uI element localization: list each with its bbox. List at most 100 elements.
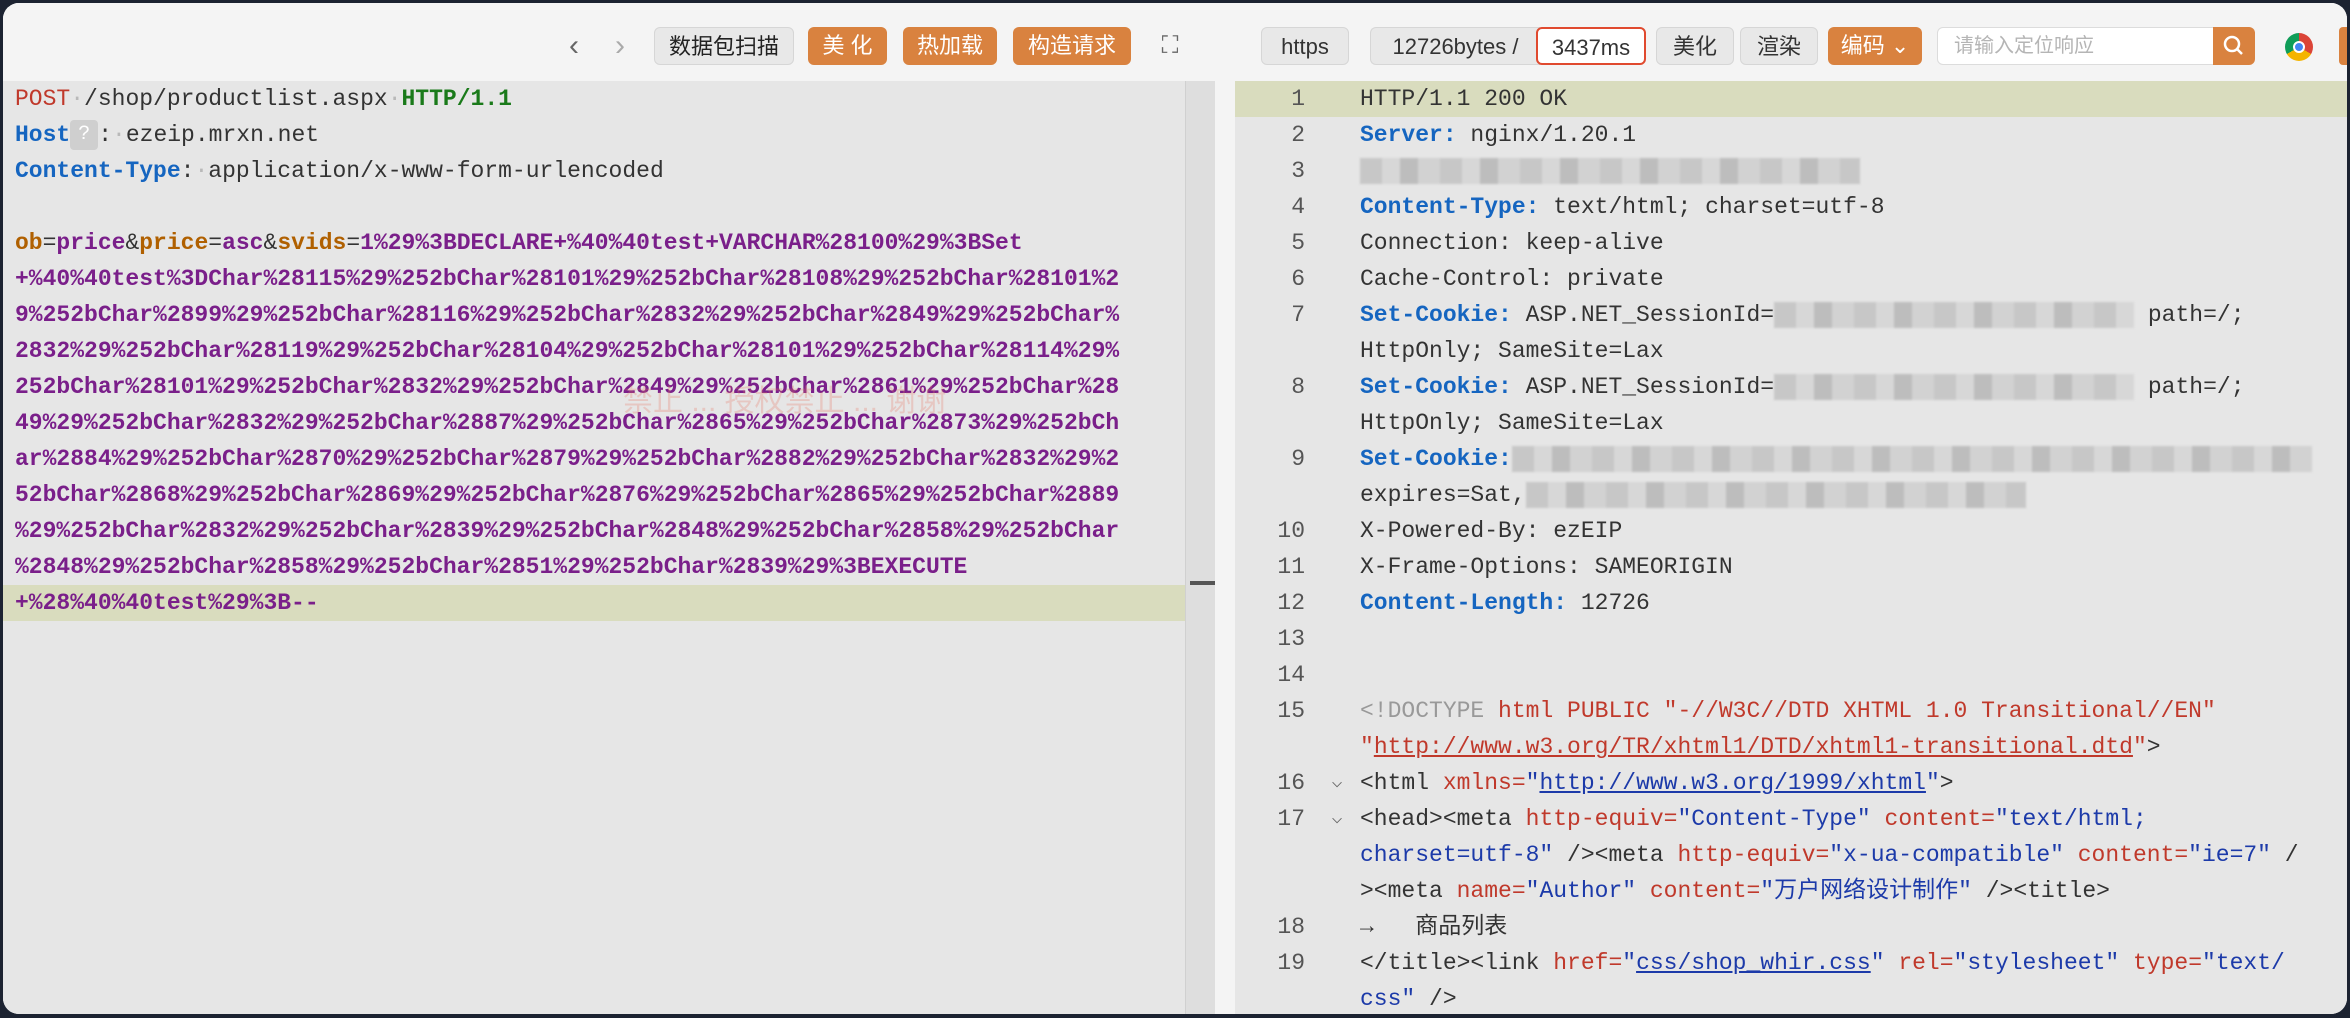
search-input[interactable]: 请输入定位响应 xyxy=(1937,27,2215,65)
scheme-badge: https xyxy=(1261,27,1349,65)
param-key: svids xyxy=(277,230,347,256)
code-token: Content-Length: xyxy=(1360,590,1568,616)
code-token[interactable]: http://www.w3.org/1999/xhtml xyxy=(1539,770,1925,796)
scroll-marker xyxy=(1190,581,1216,585)
body-line: +%28%40%40test%29%3B-- xyxy=(15,590,319,616)
code-token: content= xyxy=(1649,878,1761,904)
response-line: expires=Sat, xyxy=(1360,477,2026,513)
code-token: " xyxy=(1925,770,1940,796)
help-icon[interactable]: ? xyxy=(70,119,99,150)
code-token: /><title> xyxy=(1971,878,2110,904)
fullscreen-icon[interactable]: ⛶ xyxy=(1153,27,1187,65)
body-line: 9%252bChar%2899%29%252bChar%28116%29%252… xyxy=(15,302,1120,328)
editor-scrollbar[interactable] xyxy=(1185,81,1216,1014)
forward-arrow-icon[interactable]: › xyxy=(603,27,637,65)
response-pane: https 12726bytes / 3437ms 美化 渲染 编码 ⌄ 请输入… xyxy=(1235,3,2347,1014)
http-method: POST xyxy=(15,86,71,112)
line-number: 13 xyxy=(1277,626,1305,652)
code-token: http-equiv= xyxy=(1677,842,1830,868)
line-number: 11 xyxy=(1277,554,1305,580)
code-token: <!DOCTYPE xyxy=(1360,698,1499,724)
code-token: X-Frame-Options: SAMEORIGIN xyxy=(1360,554,1733,580)
line-number: 7 xyxy=(1291,302,1305,328)
header-key: Content-Type xyxy=(15,158,181,184)
beautify-button[interactable]: 美 化 xyxy=(808,27,887,65)
response-line: css" /> xyxy=(1360,981,1457,1014)
search-button[interactable] xyxy=(2213,27,2255,65)
code-token: Cache-Control: private xyxy=(1360,266,1664,292)
code-token[interactable]: css/shop_whir.css xyxy=(1636,950,1871,976)
body-line: 252bChar%28101%29%252bChar%2832%29%252bC… xyxy=(15,374,1120,400)
line-number: 5 xyxy=(1291,230,1305,256)
code-token: rel= xyxy=(1898,950,1954,976)
code-token: "Content-Type" xyxy=(1677,806,1871,832)
code-token: href= xyxy=(1553,950,1623,976)
code-token: Set-Cookie: xyxy=(1360,446,1512,472)
packet-scan-button[interactable]: 数据包扫描 xyxy=(654,27,794,65)
response-toolbar: https 12726bytes / 3437ms 美化 渲染 编码 ⌄ 请输入… xyxy=(1235,3,2347,81)
code-token: > xyxy=(1939,770,1954,796)
code-token: content= xyxy=(2077,842,2189,868)
response-line: ><meta name="Author" content="万户网络设计制作" … xyxy=(1360,873,2110,909)
code-token: "-//W3C//DTD XHTML 1.0 Transitional//EN" xyxy=(1663,698,2216,724)
line-number: 12 xyxy=(1277,590,1305,616)
pane-divider[interactable] xyxy=(1215,3,1235,1014)
line-number: 3 xyxy=(1291,158,1305,184)
render-button[interactable]: 渲染 xyxy=(1740,27,1818,65)
code-token: path=/; xyxy=(2134,302,2245,328)
redacted-block xyxy=(1360,157,1860,184)
line-number: 14 xyxy=(1277,662,1305,688)
code-token: ASP.NET_SessionId= xyxy=(1511,302,1775,328)
chrome-icon[interactable] xyxy=(2285,33,2313,61)
response-line: → 商品列表 xyxy=(1360,909,1507,945)
code-token: Set-Cookie: xyxy=(1360,374,1512,400)
host-header: Host?:·ezeip.mrxn.net xyxy=(15,117,319,153)
code-token: 12726 xyxy=(1567,590,1650,616)
response-line: X-Powered-By: ezEIP xyxy=(1360,513,1622,549)
code-token: html PUBLIC xyxy=(1498,698,1664,724)
code-token: X-Powered-By: ezEIP xyxy=(1360,518,1623,544)
code-token: css" xyxy=(1360,986,1416,1012)
param-value: 1%29%3BDECLARE+%40%40test+VARCHAR%28100%… xyxy=(360,230,1023,256)
code-token: "text/html; xyxy=(1994,806,2147,832)
back-arrow-icon[interactable]: ‹ xyxy=(557,27,591,65)
response-line: Cache-Control: private xyxy=(1360,261,1664,297)
response-line: X-Frame-Options: SAMEORIGIN xyxy=(1360,549,1733,585)
line-number: 18 xyxy=(1277,914,1305,940)
app-window: ‹ › 数据包扫描 美 化 热加载 构造请求 ⛶ POST·/shop/prod… xyxy=(3,3,2347,1014)
code-token: " xyxy=(1622,950,1637,976)
response-viewer[interactable]: 1 HTTP/1.1 200 OK 2 Server: nginx/1.20.1 3 4 C… xyxy=(1235,81,2347,1014)
fold-chevron-icon[interactable]: ⌵ xyxy=(1325,765,1349,801)
header-value: ezeip.mrxn.net xyxy=(125,122,320,148)
code-token: charset=utf-8" xyxy=(1360,842,1554,868)
body-line: 2832%29%252bChar%28119%29%252bChar%28104… xyxy=(15,338,1120,364)
encoding-dropdown[interactable]: 编码 ⌄ xyxy=(1828,27,1922,65)
code-token: HTTP/1.1 200 OK xyxy=(1360,86,1568,112)
code-token: "万户网络设计制作" xyxy=(1760,878,1972,904)
hot-reload-button[interactable]: 热加载 xyxy=(903,27,997,65)
response-line: Server: nginx/1.20.1 xyxy=(1360,117,1636,153)
code-token: "stylesheet" xyxy=(1953,950,2120,976)
fold-chevron-icon[interactable]: ⌵ xyxy=(1325,801,1349,837)
response-line: Content-Type: text/html; charset=utf-8 xyxy=(1360,189,1885,225)
build-request-button[interactable]: 构造请求 xyxy=(1013,27,1131,65)
code-token[interactable]: http://www.w3.org/TR/xhtml1/DTD/xhtml1-t… xyxy=(1374,734,2133,760)
code-token: HttpOnly; SameSite=Lax xyxy=(1360,410,1664,436)
response-line: Set-Cookie: ASP.NET_SessionId= path=/; xyxy=(1360,297,2245,333)
line-number: 1 xyxy=(1291,86,1305,112)
code-token: "ie=7" xyxy=(2188,842,2271,868)
redacted-block xyxy=(1774,301,2135,328)
code-token: text/html; charset=utf-8 xyxy=(1539,194,1885,220)
request-path: /shop/productlist.aspx xyxy=(84,86,388,112)
request-editor[interactable]: POST·/shop/productlist.aspx·HTTP/1.1 Hos… xyxy=(3,81,1216,1014)
code-token: "text/ xyxy=(2202,950,2285,976)
beautify-response-button[interactable]: 美化 xyxy=(1656,27,1734,65)
code-token: > xyxy=(2146,734,2161,760)
line-number: 6 xyxy=(1291,266,1305,292)
extra-button[interactable] xyxy=(2339,27,2347,65)
param-value: asc xyxy=(222,230,264,256)
code-token: " xyxy=(2132,734,2147,760)
